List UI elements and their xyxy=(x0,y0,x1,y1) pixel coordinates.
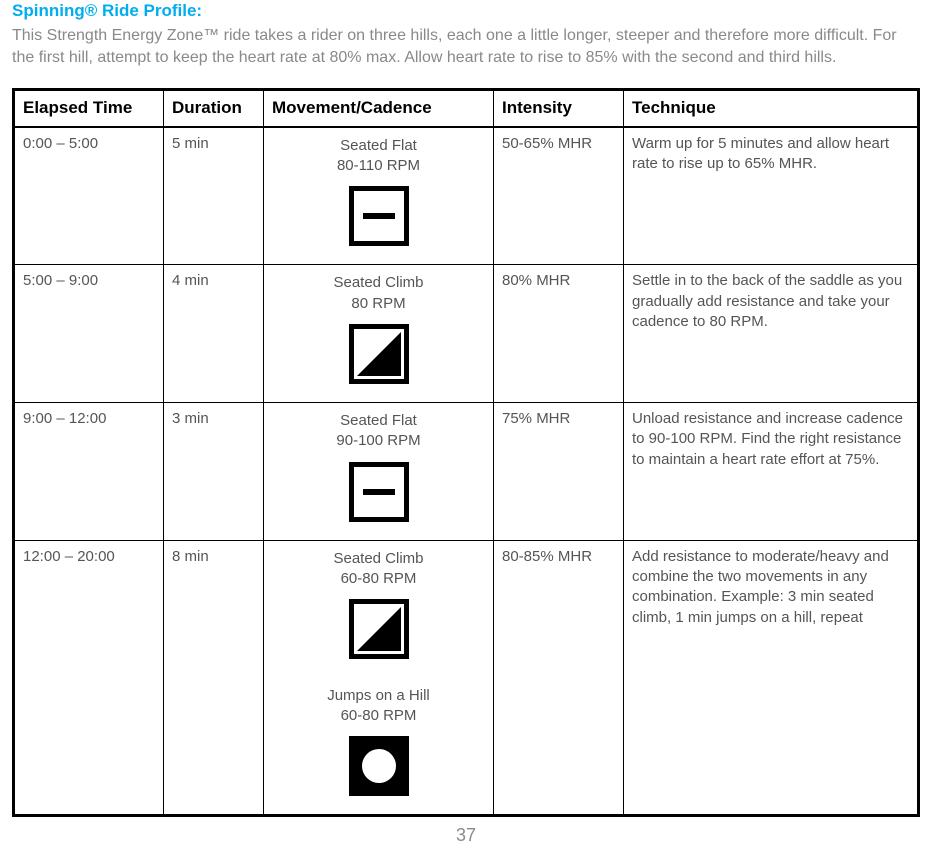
movement-rpm: 60-80 RPM xyxy=(272,569,485,589)
movement-rpm: 90-100 RPM xyxy=(272,431,485,451)
climb-icon xyxy=(349,599,409,659)
header-elapsed: Elapsed Time xyxy=(14,89,164,126)
movement-name: Seated Flat xyxy=(272,136,485,156)
movement-name: Seated Climb xyxy=(272,273,485,293)
cell-elapsed: 12:00 – 20:00 xyxy=(14,540,164,816)
cell-elapsed: 9:00 – 12:00 xyxy=(14,403,164,541)
cell-duration: 4 min xyxy=(164,265,264,403)
cell-technique: Settle in to the back of the saddle as y… xyxy=(624,265,919,403)
page-number: 37 xyxy=(12,823,920,847)
movement-name: Seated Flat xyxy=(272,411,485,431)
cell-duration: 8 min xyxy=(164,540,264,816)
table-row: 12:00 – 20:008 minSeated Climb60-80 RPMJ… xyxy=(14,540,919,816)
header-duration: Duration xyxy=(164,89,264,126)
ride-description: This Strength Energy Zone™ ride takes a … xyxy=(12,25,920,70)
cell-duration: 5 min xyxy=(164,127,264,265)
cell-technique: Warm up for 5 minutes and allow heart ra… xyxy=(624,127,919,265)
table-row: 5:00 – 9:004 minSeated Climb80 RPM80% MH… xyxy=(14,265,919,403)
cell-intensity: 50-65% MHR xyxy=(494,127,624,265)
cell-duration: 3 min xyxy=(164,403,264,541)
movement-rpm: 80-110 RPM xyxy=(272,156,485,176)
cell-technique: Unload resistance and increase cadence t… xyxy=(624,403,919,541)
page-title: Spinning® Ride Profile: xyxy=(12,0,920,23)
flat-icon xyxy=(349,186,409,246)
movement-rpm: 80 RPM xyxy=(272,294,485,314)
ride-profile-table: Elapsed Time Duration Movement/Cadence I… xyxy=(12,88,920,818)
cell-intensity: 80% MHR xyxy=(494,265,624,403)
cell-intensity: 75% MHR xyxy=(494,403,624,541)
movement-name: Jumps on a Hill xyxy=(272,686,485,706)
table-row: 0:00 – 5:005 minSeated Flat80-110 RPM50-… xyxy=(14,127,919,265)
cell-technique: Add resistance to moderate/heavy and com… xyxy=(624,540,919,816)
header-technique: Technique xyxy=(624,89,919,126)
cell-elapsed: 5:00 – 9:00 xyxy=(14,265,164,403)
cell-movement: Seated Climb80 RPM xyxy=(264,265,494,403)
table-row: 9:00 – 12:003 minSeated Flat90-100 RPM75… xyxy=(14,403,919,541)
climb-icon xyxy=(349,324,409,384)
cell-movement: Seated Flat90-100 RPM xyxy=(264,403,494,541)
cell-intensity: 80-85% MHR xyxy=(494,540,624,816)
circle-icon xyxy=(349,736,409,796)
flat-icon xyxy=(349,462,409,522)
cell-elapsed: 0:00 – 5:00 xyxy=(14,127,164,265)
movement-name: Seated Climb xyxy=(272,549,485,569)
cell-movement: Seated Climb60-80 RPMJumps on a Hill60-8… xyxy=(264,540,494,816)
header-movement: Movement/Cadence xyxy=(264,89,494,126)
cell-movement: Seated Flat80-110 RPM xyxy=(264,127,494,265)
movement-rpm: 60-80 RPM xyxy=(272,706,485,726)
header-intensity: Intensity xyxy=(494,89,624,126)
